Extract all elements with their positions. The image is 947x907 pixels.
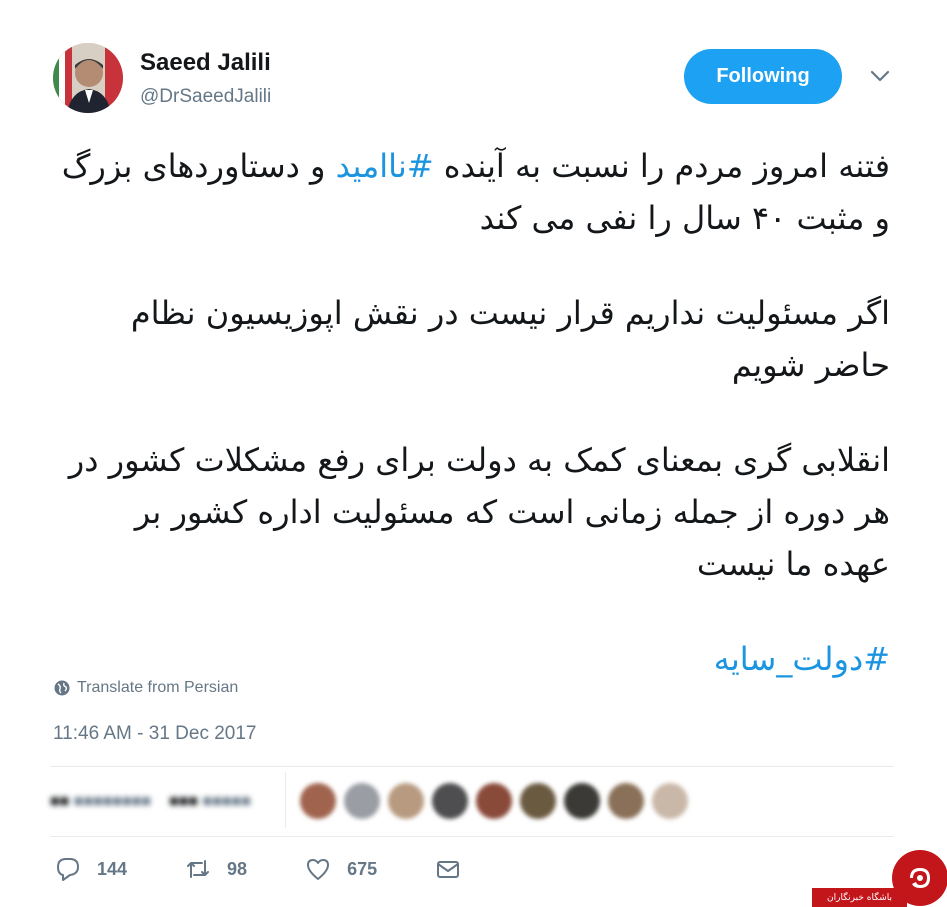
- tweet-paragraph-2: اگر مسئولیت نداریم قرار نیست در نقش اپوز…: [130, 294, 890, 384]
- liker-avatar: [388, 783, 424, 819]
- liker-avatar: [432, 783, 468, 819]
- avatar[interactable]: [53, 43, 123, 113]
- watermark-emblem-icon: [892, 850, 947, 906]
- tweet-stats-blurred: ■■ ■■■■■■■■ ■■■ ■■■■■: [50, 782, 280, 822]
- tweet-paragraph-3: انقلابی گری بمعنای کمک به دولت برای رفع …: [68, 441, 890, 583]
- globe-icon: [54, 680, 70, 696]
- liker-avatar: [520, 783, 556, 819]
- tweet-paragraph-4: #دولت_سایه: [60, 633, 890, 685]
- divider: [285, 772, 286, 828]
- chevron-down-icon[interactable]: [869, 68, 891, 84]
- tweet-text-segment: فتنه امروز مردم را نسبت به آینده: [433, 147, 890, 185]
- liker-avatar: [300, 783, 336, 819]
- tweet-text: فتنه امروز مردم را نسبت به آینده #ناامید…: [60, 140, 890, 728]
- reply-button[interactable]: 144: [55, 856, 127, 882]
- liker-avatar: [476, 783, 512, 819]
- hashtag-link[interactable]: #دولت_سایه: [714, 640, 890, 678]
- liker-avatar: [344, 783, 380, 819]
- reply-icon: [57, 858, 79, 881]
- envelope-icon: [437, 861, 460, 878]
- liker-avatar: [608, 783, 644, 819]
- user-handle[interactable]: @DrSaeedJalili: [140, 86, 271, 108]
- retweet-icon: [187, 860, 210, 878]
- heart-icon: [307, 859, 330, 880]
- retweet-count: 98: [227, 858, 248, 879]
- like-button[interactable]: 675: [305, 856, 377, 882]
- tweet-paragraph-1: فتنه امروز مردم را نسبت به آینده #ناامید…: [60, 140, 890, 244]
- display-name[interactable]: Saeed Jalili: [140, 49, 271, 77]
- liker-avatar: [564, 783, 600, 819]
- hashtag-link[interactable]: #ناامید: [336, 147, 434, 185]
- watermark-logo: باشگاه خبرنگاران: [812, 848, 947, 907]
- liker-avatars-blurred: [300, 783, 688, 819]
- retweet-button[interactable]: 98: [185, 856, 247, 882]
- liker-avatar: [652, 783, 688, 819]
- watermark-text: باشگاه خبرنگاران: [812, 888, 907, 907]
- translate-label[interactable]: Translate from Persian: [77, 679, 238, 697]
- tweet-actions: 144 98 675: [55, 856, 535, 882]
- divider: [50, 766, 894, 767]
- like-stat-blurred: ■■■ ■■■■■: [169, 793, 251, 810]
- retweet-stat-blurred: ■■ ■■■■■■■■: [50, 793, 152, 810]
- direct-message-button[interactable]: [435, 856, 477, 882]
- reply-count: 144: [97, 858, 128, 879]
- tweet-timestamp[interactable]: 11:46 AM - 31 Dec 2017: [53, 723, 257, 745]
- translate-link[interactable]: Translate from Persian: [54, 679, 238, 697]
- divider: [50, 836, 894, 837]
- following-button[interactable]: Following: [684, 49, 842, 104]
- like-count: 675: [347, 858, 378, 879]
